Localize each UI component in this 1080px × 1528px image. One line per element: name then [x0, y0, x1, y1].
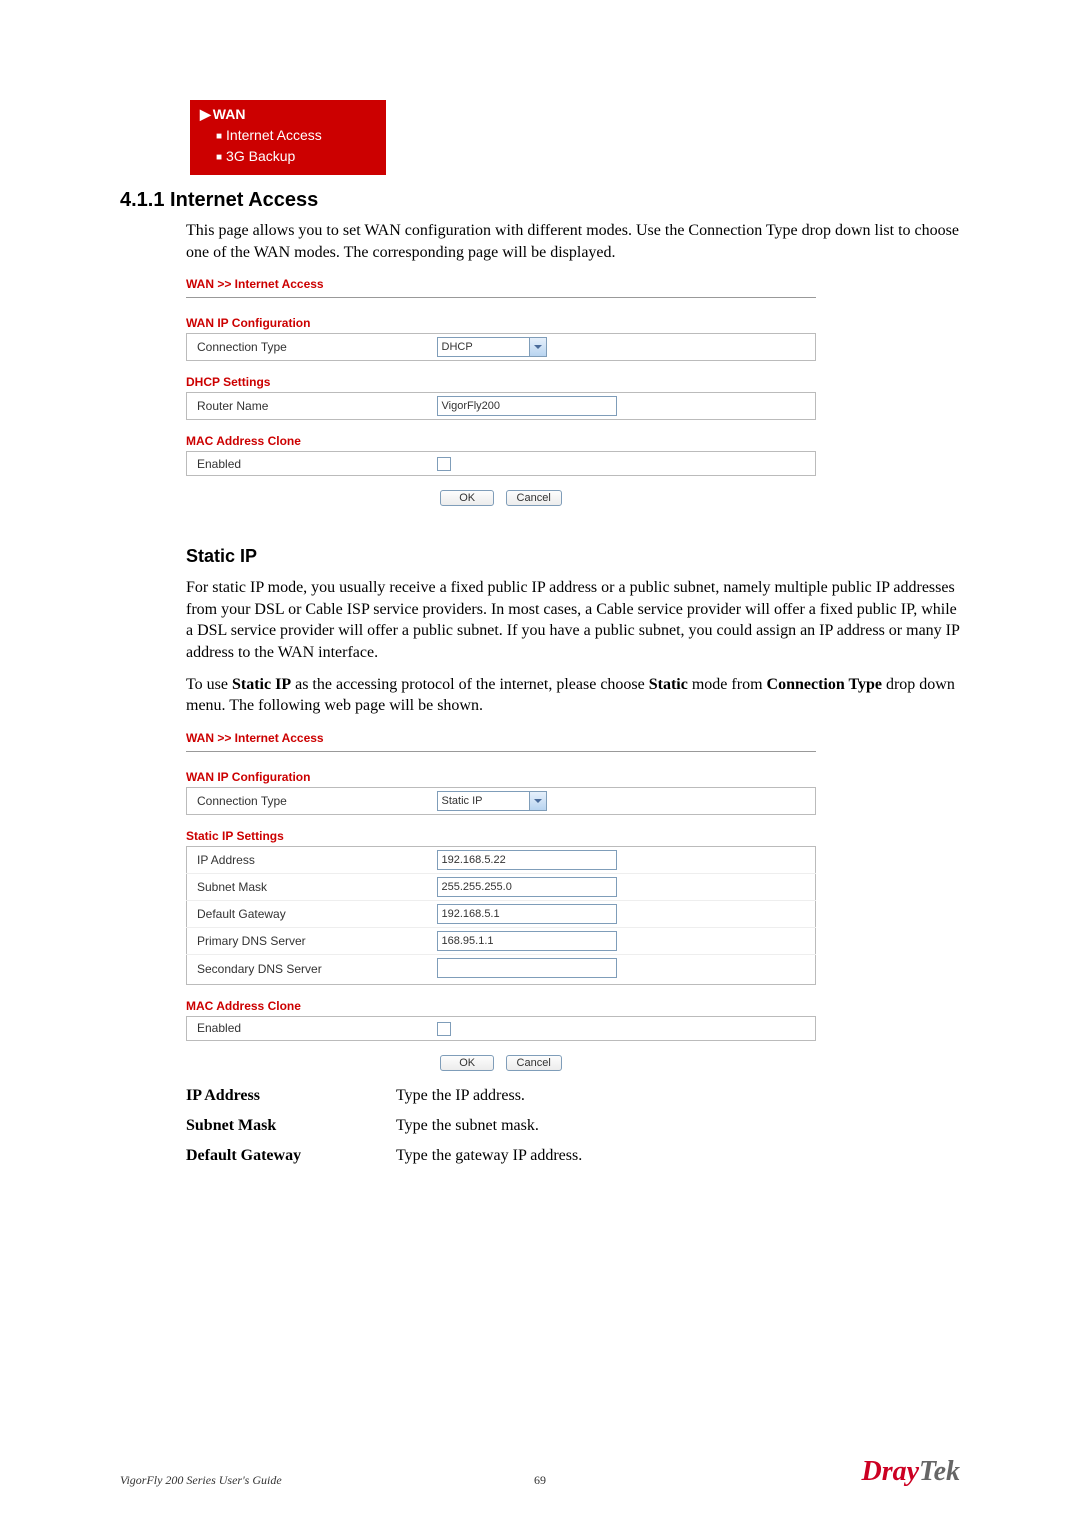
breadcrumb: WAN >> Internet Access	[186, 277, 816, 298]
wan-nav-box: ▶WAN ■Internet Access ■3G Backup	[190, 100, 386, 175]
static-ip-desc: For static IP mode, you usually receive …	[186, 577, 960, 663]
def-term: Default Gateway	[186, 1147, 396, 1165]
def-row: IP Address Type the IP address.	[186, 1087, 960, 1105]
table-mac-clone: Enabled	[186, 451, 816, 476]
group-title-mac-clone: MAC Address Clone	[186, 999, 816, 1013]
ok-button[interactable]: OK	[440, 1055, 494, 1071]
bullet-icon: ■	[216, 152, 222, 163]
input-router-name[interactable]: VigorFly200	[437, 396, 617, 416]
input-primary-dns[interactable]: 168.95.1.1	[437, 931, 617, 951]
label-enabled: Enabled	[187, 452, 427, 476]
input-ip-address[interactable]: 192.168.5.22	[437, 850, 617, 870]
def-row: Default Gateway Type the gateway IP addr…	[186, 1147, 960, 1165]
input-default-gateway[interactable]: 192.168.5.1	[437, 904, 617, 924]
wan-nav-head: ▶WAN	[200, 104, 378, 125]
section-intro: This page allows you to set WAN configur…	[186, 220, 960, 263]
group-title-dhcp: DHCP Settings	[186, 375, 816, 389]
def-text: Type the IP address.	[396, 1087, 960, 1105]
breadcrumb: WAN >> Internet Access	[186, 731, 816, 752]
table-wan-ip: Connection Type Static IP	[186, 787, 816, 815]
footer-guide-title: VigorFly 200 Series User's Guide	[120, 1473, 282, 1488]
chevron-down-icon	[529, 792, 546, 810]
input-secondary-dns[interactable]	[437, 958, 617, 978]
label-router-name: Router Name	[187, 393, 427, 420]
label-primary-dns: Primary DNS Server	[187, 927, 427, 954]
group-title-mac-clone: MAC Address Clone	[186, 434, 816, 448]
label-connection-type: Connection Type	[187, 334, 427, 361]
table-dhcp: Router Name VigorFly200	[186, 392, 816, 420]
label-enabled: Enabled	[187, 1016, 427, 1040]
config-panel-static: WAN >> Internet Access WAN IP Configurat…	[186, 731, 816, 1071]
table-mac-clone: Enabled	[186, 1016, 816, 1041]
select-connection-type[interactable]: Static IP	[437, 791, 547, 811]
label-default-gateway: Default Gateway	[187, 900, 427, 927]
label-subnet-mask: Subnet Mask	[187, 873, 427, 900]
label-secondary-dns: Secondary DNS Server	[187, 954, 427, 984]
footer-page-number: 69	[534, 1473, 546, 1488]
config-panel-dhcp: WAN >> Internet Access WAN IP Configurat…	[186, 277, 816, 506]
page-footer: VigorFly 200 Series User's Guide 69 Dray…	[120, 1456, 960, 1488]
def-term: IP Address	[186, 1087, 396, 1105]
static-ip-instruction: To use Static IP as the accessing protoc…	[186, 674, 960, 717]
wan-nav-item-internet-access: ■Internet Access	[200, 125, 378, 146]
def-row: Subnet Mask Type the subnet mask.	[186, 1117, 960, 1135]
table-wan-ip: Connection Type DHCP	[186, 333, 816, 361]
label-connection-type: Connection Type	[187, 787, 427, 814]
wan-nav-item-3g-backup: ■3G Backup	[200, 146, 378, 167]
input-subnet-mask[interactable]: 255.255.255.0	[437, 877, 617, 897]
bullet-icon: ■	[216, 131, 222, 142]
triangle-right-icon: ▶	[200, 106, 211, 122]
subsection-heading: Static IP	[186, 546, 960, 567]
field-definitions: IP Address Type the IP address. Subnet M…	[186, 1087, 960, 1165]
def-text: Type the subnet mask.	[396, 1117, 960, 1135]
section-heading: 4.1.1 Internet Access	[120, 189, 960, 212]
checkbox-mac-enabled[interactable]	[437, 457, 451, 471]
cancel-button[interactable]: Cancel	[506, 490, 562, 506]
brand-logo: DrayTek	[861, 1456, 960, 1488]
ok-button[interactable]: OK	[440, 490, 494, 506]
checkbox-mac-enabled[interactable]	[437, 1022, 451, 1036]
def-text: Type the gateway IP address.	[396, 1147, 960, 1165]
select-connection-type[interactable]: DHCP	[437, 337, 547, 357]
group-title-wan-ip: WAN IP Configuration	[186, 770, 816, 784]
cancel-button[interactable]: Cancel	[506, 1055, 562, 1071]
def-term: Subnet Mask	[186, 1117, 396, 1135]
group-title-static-ip: Static IP Settings	[186, 829, 816, 843]
table-static-ip: IP Address 192.168.5.22 Subnet Mask 255.…	[186, 846, 816, 985]
group-title-wan-ip: WAN IP Configuration	[186, 316, 816, 330]
chevron-down-icon	[529, 338, 546, 356]
label-ip-address: IP Address	[187, 846, 427, 873]
